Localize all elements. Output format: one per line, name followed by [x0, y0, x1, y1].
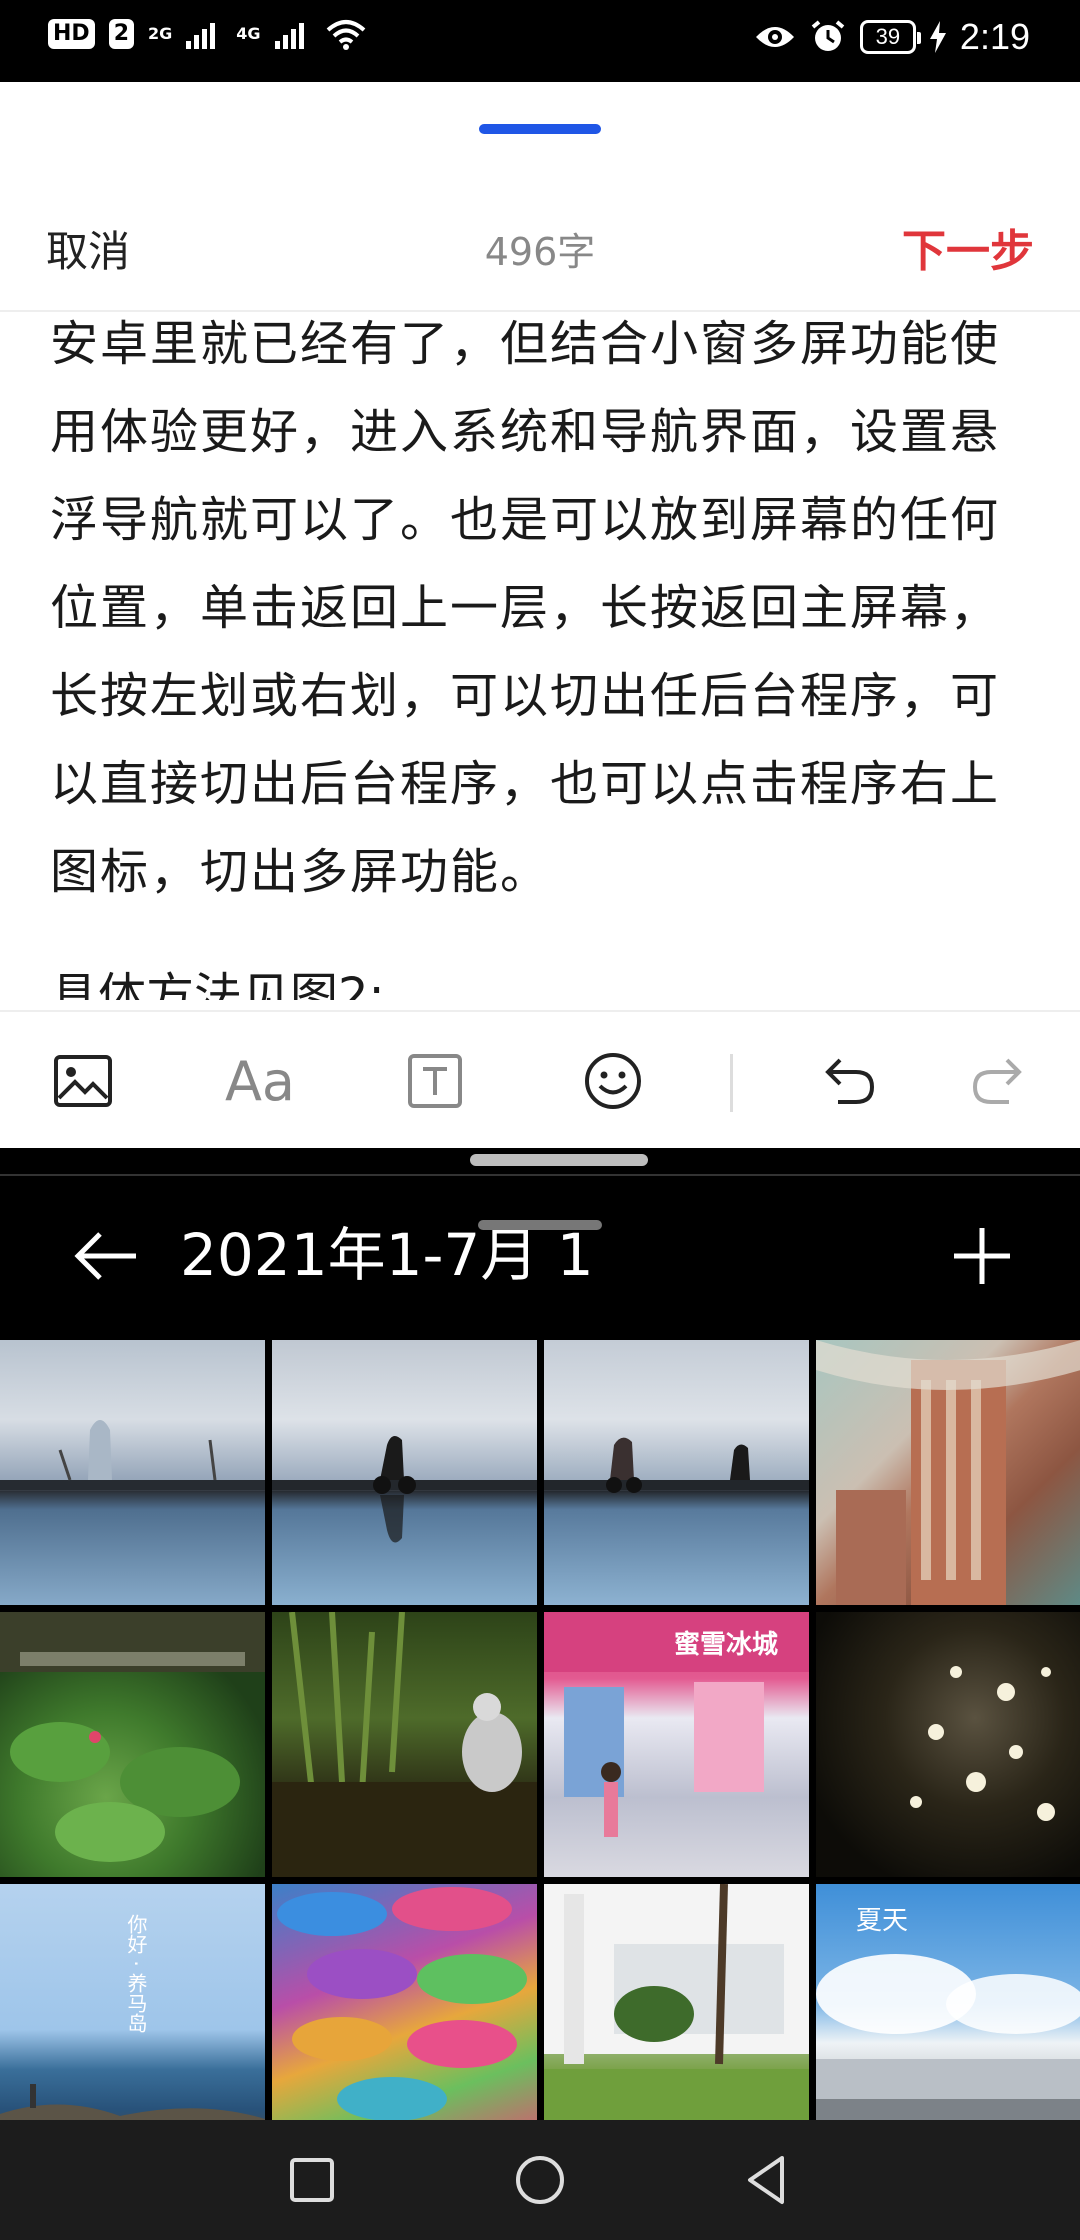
text-style-label: Aa [224, 1049, 296, 1113]
back-arrow-icon[interactable] [70, 1226, 140, 1286]
window-drag-handle[interactable] [478, 1220, 602, 1230]
body-paragraph-2[interactable]: 具体方法见图2: [50, 952, 1040, 1000]
status-right: 39 2:19 [754, 16, 1030, 58]
network-type-1: 2G [148, 24, 173, 43]
photo-pond-night[interactable] [272, 1612, 537, 1877]
home-icon[interactable] [508, 2148, 572, 2212]
toolbar-separator [730, 1054, 733, 1112]
wifi-icon [326, 20, 365, 50]
recents-icon[interactable] [280, 2148, 344, 2212]
photo-umbrellas[interactable] [272, 1884, 537, 2120]
sheet-drag-handle[interactable] [479, 124, 601, 134]
split-screen-handle[interactable] [470, 1154, 648, 1166]
photo-grid: 蜜雪冰城 你好 · 养马岛 夏天 [0, 1340, 1080, 2120]
photo-night-lights[interactable] [816, 1612, 1080, 1877]
seaside-caption: 你好 · 养马岛 [124, 1914, 148, 2034]
photo-street-reflection[interactable] [544, 1340, 809, 1605]
system-nav-bar [0, 2120, 1080, 2240]
sim-badge: 2 [108, 19, 134, 49]
gallery-window: 2021年1-7月 1 蜜雪冰城 你好 · 养马岛 夏天 [0, 1148, 1080, 2120]
split-divider [0, 1174, 1080, 1176]
textbox-icon[interactable] [400, 1046, 470, 1116]
photo-campus-tree[interactable] [544, 1884, 809, 2120]
photo-lotus-leaves[interactable] [0, 1612, 265, 1877]
eye-icon [755, 27, 794, 47]
photo-tall-building[interactable] [816, 1340, 1080, 1605]
hd-badge: HD [48, 19, 95, 49]
photo-shop-storefront[interactable]: 蜜雪冰城 [544, 1612, 809, 1877]
battery-level: 39 [875, 24, 901, 49]
image-icon[interactable] [48, 1046, 118, 1116]
undo-icon[interactable] [815, 1046, 885, 1116]
signal-icon [186, 23, 216, 49]
album-title: 2021年1-7月 1 [180, 1221, 594, 1289]
summer-caption: 夏天 [856, 1906, 909, 1936]
editor-content[interactable]: 安卓里就已经有了，但结合小窗多屏功能使用体验更好，进入系统和导航界面，设置悬浮导… [50, 300, 1040, 1000]
charging-icon [929, 21, 946, 53]
editor-header: 取消 496字 下一步 [0, 192, 1080, 312]
photo-motorcycle-reflection[interactable] [272, 1340, 537, 1605]
photo-sky-reflection-1[interactable] [0, 1340, 265, 1605]
photo-seaside[interactable]: 你好 · 养马岛 [0, 1884, 265, 2120]
body-paragraph[interactable]: 安卓里就已经有了，但结合小窗多屏功能使用体验更好，进入系统和导航界面，设置悬浮导… [50, 300, 1040, 916]
signal-icon [274, 23, 304, 49]
photo-summer-sky[interactable]: 夏天 [816, 1884, 1080, 2120]
next-step-button[interactable]: 下一步 [902, 192, 1034, 312]
editor-sheet: 取消 496字 下一步 安卓里就已经有了，但结合小窗多屏功能使用体验更好，进入系… [0, 82, 1080, 1148]
shop-sign-text: 蜜雪冰城 [674, 1630, 779, 1660]
gallery-header: 2021年1-7月 1 [0, 1178, 1080, 1340]
cancel-button[interactable]: 取消 [46, 192, 130, 312]
battery-icon: 39 [859, 20, 921, 54]
redo-icon[interactable] [962, 1046, 1032, 1116]
alarm-icon [811, 20, 845, 51]
status-left: HD 2 2G 4G [48, 18, 367, 50]
format-toolbar: Aa [0, 1010, 1080, 1148]
add-icon[interactable] [950, 1224, 1014, 1288]
status-bar: HD 2 2G 4G 39 2:19 [0, 0, 1080, 82]
clock: 2:19 [959, 16, 1030, 57]
back-icon[interactable] [736, 2148, 800, 2212]
text-style-icon[interactable]: Aa [225, 1046, 295, 1116]
emoji-icon[interactable] [578, 1046, 648, 1116]
network-type-2: 4G [236, 24, 261, 43]
